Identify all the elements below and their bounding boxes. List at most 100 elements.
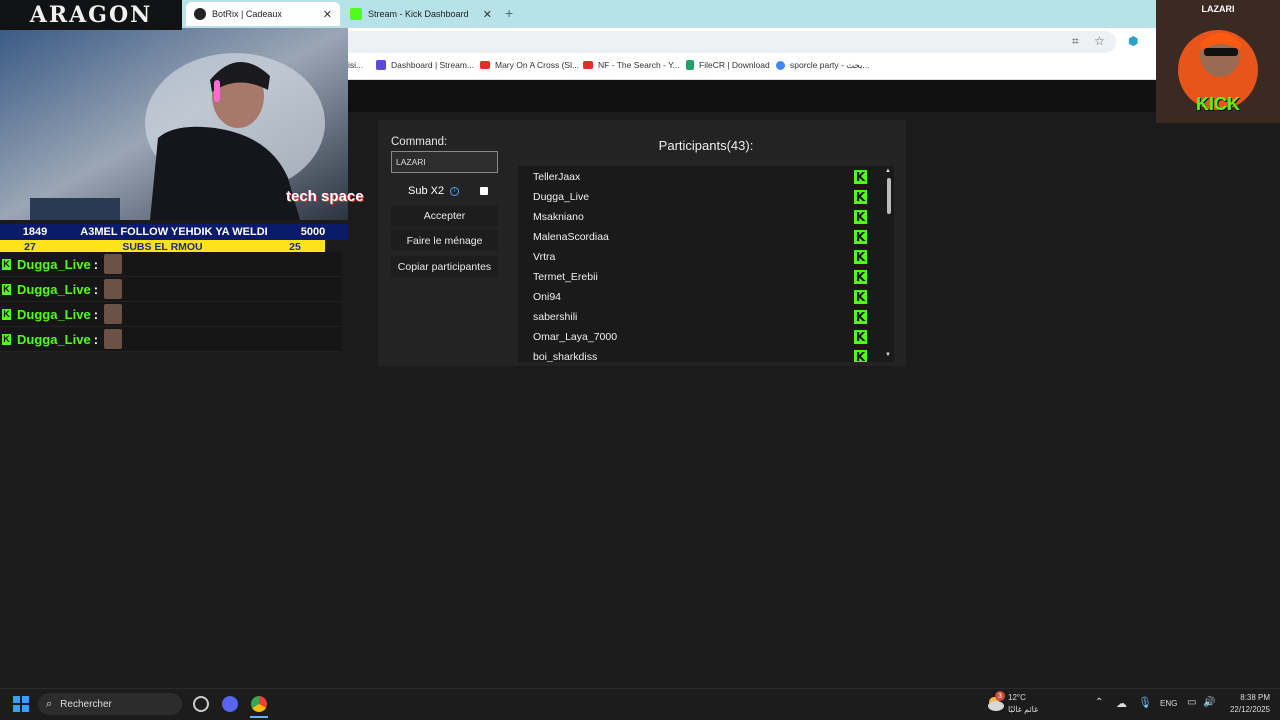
follow-text: A3MEL FOLLOW YEHDIK YA WELDI	[80, 226, 268, 238]
list-item[interactable]: Termet_Erebii K	[518, 267, 884, 287]
list-item[interactable]: Msakniano K	[518, 207, 884, 227]
bookmark-item[interactable]: NF - The Search - Y...	[583, 60, 680, 70]
info-icon[interactable]: i	[450, 186, 460, 196]
kick-icon: K	[854, 310, 867, 324]
bookmark-star-icon[interactable]: ☆	[1094, 34, 1105, 48]
clear-button[interactable]: Faire le ménage	[391, 230, 498, 251]
chat-message: K Dugga_Live :	[0, 302, 342, 327]
kick-icon: K	[2, 308, 11, 320]
taskview-icon[interactable]	[193, 696, 209, 712]
clock-time[interactable]: 8:38 PM	[1226, 693, 1270, 702]
youtube-icon	[480, 61, 490, 69]
promo-name: LAZARI	[1201, 4, 1235, 14]
sub-x2-label: Sub X2	[408, 185, 445, 197]
kick-icon	[350, 8, 362, 20]
follow-goal: 5000	[300, 226, 326, 238]
network-icon[interactable]: ▭	[1187, 697, 1196, 708]
scroll-down-icon[interactable]: ▼	[885, 352, 891, 358]
promo-kick: KICK	[1196, 94, 1240, 114]
kick-icon: K	[2, 333, 11, 345]
participants-title: Participants(43):	[658, 138, 754, 153]
list-item[interactable]: sabershili K	[518, 307, 884, 327]
follow-goal-banner: 1849 A3MEL FOLLOW YEHDIK YA WELDI 5000	[0, 224, 348, 240]
chat-message: K Dugga_Live :	[0, 327, 342, 352]
list-item[interactable]: boi_sharkdiss K	[518, 347, 884, 362]
kick-icon: K	[2, 283, 11, 295]
active-app-indicator	[250, 716, 268, 718]
windows-start-icon[interactable]	[13, 696, 29, 712]
chrome-icon[interactable]	[251, 696, 267, 712]
list-item[interactable]: Oni94 K	[518, 287, 884, 307]
chat-message: K Dugga_Live :	[0, 277, 342, 302]
scrollbar-thumb[interactable]	[887, 178, 891, 214]
list-item[interactable]: Omar_Laya_7000 K	[518, 327, 884, 347]
kick-icon: K	[2, 258, 11, 270]
chat-username: Dugga_Live	[17, 331, 91, 347]
aragon-logo: ARAGON	[0, 0, 182, 30]
tab-title: Stream - Kick Dashboard	[368, 9, 469, 19]
kick-icon: K	[854, 250, 867, 264]
kick-icon: K	[854, 210, 867, 224]
sl-icon	[376, 60, 386, 70]
bookmark-item[interactable]: isi...	[348, 60, 363, 70]
scroll-up-icon[interactable]: ▲	[885, 168, 891, 174]
list-item[interactable]: Dugga_Live K	[518, 187, 884, 207]
discord-icon[interactable]	[222, 696, 238, 712]
follow-count: 1849	[22, 226, 48, 238]
copy-participants-button[interactable]: Copiar participantes	[391, 256, 498, 277]
search-placeholder: Rechercher	[60, 698, 112, 710]
microphone-icon[interactable]: 🎙	[1138, 696, 1152, 709]
chat-emote	[104, 279, 123, 299]
close-icon[interactable]: ✕	[323, 8, 332, 21]
sub-x2-checkbox[interactable]	[480, 187, 488, 195]
new-tab-icon[interactable]: +	[505, 5, 513, 21]
chat-emote	[104, 329, 123, 349]
translate-icon[interactable]: ⌗	[1072, 34, 1079, 49]
list-item[interactable]: TellerJaax K	[518, 167, 884, 187]
chat-emote	[104, 254, 123, 274]
tab-title: BotRix | Cadeaux	[212, 9, 282, 19]
volume-icon[interactable]: 🔊	[1203, 697, 1215, 708]
weather-desc: غائم غالبًا	[1008, 705, 1039, 714]
search-icon: ⌕	[46, 697, 53, 710]
taskbar-search[interactable]: ⌕ Rechercher	[38, 693, 182, 715]
chat-username: Dugga_Live	[17, 256, 91, 272]
bookmark-item[interactable]: sporcle party - بحث...	[776, 60, 870, 71]
weather-badge: 3	[995, 691, 1005, 701]
sub-x2-row: Sub X2 i	[391, 183, 498, 199]
taskbar	[0, 688, 1280, 720]
close-icon[interactable]: ✕	[483, 8, 492, 21]
kick-icon: K	[854, 230, 867, 244]
chevron-up-icon[interactable]: ⌃	[1095, 697, 1103, 708]
list-item[interactable]: Vrtra K	[518, 247, 884, 267]
extension-icon[interactable]: ⬢	[1128, 34, 1138, 48]
kick-icon: K	[854, 350, 867, 362]
kick-promo-image: LAZARI KICK	[1156, 0, 1280, 123]
chat-message: K Dugga_Live :	[0, 252, 342, 277]
chat-username: Dugga_Live	[17, 281, 91, 297]
tab-botrix[interactable]: BotRix | Cadeaux ✕	[186, 2, 340, 26]
command-input[interactable]	[391, 151, 498, 173]
list-item[interactable]: MalenaScordiaa K	[518, 227, 884, 247]
bookmark-item[interactable]: FileCR | Download	[686, 60, 770, 70]
kick-icon: K	[854, 270, 867, 284]
kick-icon: K	[854, 170, 867, 184]
chat-username: Dugga_Live	[17, 306, 91, 322]
kick-icon: K	[854, 190, 867, 204]
cloud-icon[interactable]: ☁	[1116, 697, 1127, 710]
tab-kick-dashboard[interactable]: Stream - Kick Dashboard ✕	[342, 2, 500, 26]
botrix-icon	[194, 8, 206, 20]
google-icon	[776, 61, 785, 70]
bookmark-item[interactable]: Dashboard | Stream...	[376, 60, 474, 70]
language-indicator[interactable]: ENG	[1160, 699, 1177, 708]
subs-count: 27	[24, 240, 36, 253]
participants-list: TellerJaax K Dugga_Live K Msakniano K Malen…	[518, 166, 884, 362]
command-label: Command:	[391, 136, 448, 148]
kick-icon: K	[854, 330, 867, 344]
url-input[interactable]	[340, 31, 1116, 53]
bookmark-item[interactable]: Mary On A Cross (Sl...	[480, 60, 579, 70]
weather-temp: 12°C	[1008, 693, 1026, 702]
accept-button[interactable]: Accepter	[391, 205, 498, 226]
tech-space-logo: tech space	[286, 188, 364, 205]
clock-date[interactable]: 22/12/2025	[1222, 705, 1270, 714]
